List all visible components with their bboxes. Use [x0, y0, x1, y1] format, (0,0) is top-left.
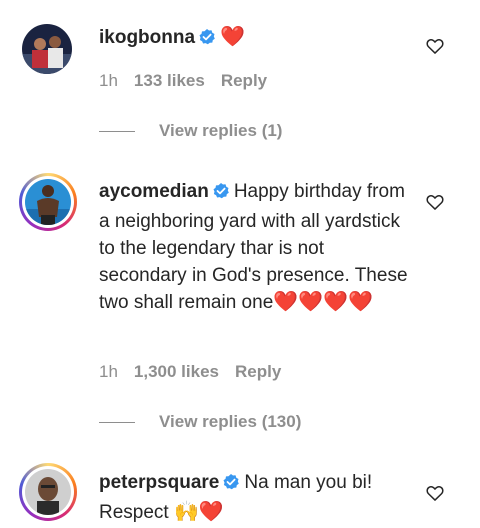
view-replies-button[interactable]: View replies (1) [159, 121, 282, 141]
avatar-photo [22, 24, 72, 74]
username[interactable]: peterpsquare [99, 472, 219, 493]
comment-meta: 1h 1,300 likes Reply [99, 362, 297, 382]
username[interactable]: aycomedian [99, 181, 209, 202]
comment-time: 1h [99, 71, 118, 90]
reply-button[interactable]: Reply [221, 71, 267, 90]
view-replies-button[interactable]: View replies (130) [159, 412, 301, 432]
verified-badge-icon [212, 181, 230, 208]
replies-divider [99, 131, 135, 132]
heart-outline-icon [426, 486, 444, 501]
avatar[interactable] [19, 173, 77, 231]
comment-meta: 1h 133 likes Reply [99, 71, 283, 91]
heart-outline-icon [426, 195, 444, 210]
comment-emoji: ❤️❤️❤️❤️ [273, 291, 373, 313]
username[interactable]: ikogbonna [99, 27, 195, 48]
likes-count[interactable]: 133 likes [134, 71, 205, 90]
avatar-photo [25, 469, 71, 515]
verified-badge-icon [198, 27, 216, 54]
avatar[interactable] [19, 463, 77, 521]
comment-body: peterpsquare Na man you bi! Respect 🙌❤️ [99, 469, 409, 526]
replies-divider [99, 422, 135, 423]
comment-body: aycomedian Happy birthday from a neighbor… [99, 178, 409, 316]
reply-button[interactable]: Reply [235, 362, 281, 381]
like-button[interactable] [425, 483, 445, 503]
avatar-photo [25, 179, 71, 225]
comment-emoji: 🙌❤️ [173, 501, 224, 523]
comment-body: ikogbonna ❤️ [99, 24, 409, 54]
like-button[interactable] [425, 192, 445, 212]
verified-badge-icon [222, 472, 240, 499]
heart-outline-icon [426, 39, 444, 54]
comment-emoji: ❤️ [220, 26, 245, 48]
like-button[interactable] [425, 36, 445, 56]
likes-count[interactable]: 1,300 likes [134, 362, 219, 381]
comment-time: 1h [99, 362, 118, 381]
avatar[interactable] [22, 24, 72, 74]
